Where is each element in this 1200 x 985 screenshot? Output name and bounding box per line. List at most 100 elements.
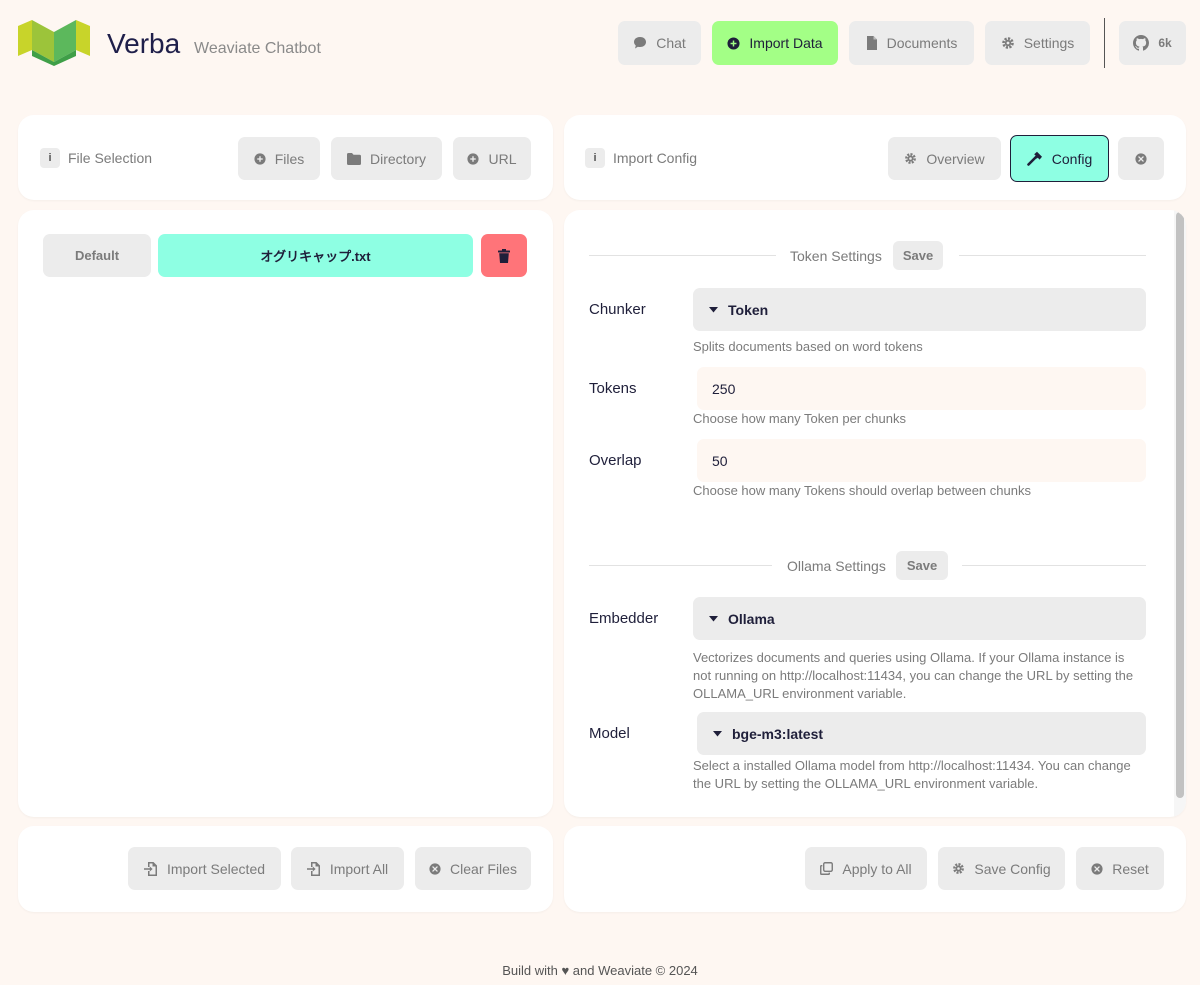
file-list-panel: Default オグリキャップ.txt (18, 210, 553, 817)
delete-file-button[interactable] (481, 234, 527, 277)
section-divider (959, 255, 1146, 256)
file-actions-panel: Import Selected Import All Clear Files (18, 826, 553, 912)
github-icon (1133, 35, 1150, 51)
token-settings-save-button[interactable]: Save (893, 241, 943, 270)
file-selection-label: File Selection (68, 150, 153, 166)
gear-icon (905, 153, 917, 164)
model-value: bge-m3:latest (732, 725, 824, 742)
import-all-button[interactable]: Import All (291, 847, 404, 890)
info-icon: i (585, 148, 605, 168)
clear-files-label: Clear Files (450, 860, 517, 877)
verba-logo (18, 20, 90, 66)
hammer-icon (1026, 151, 1042, 166)
chunker-value: Token (728, 301, 769, 318)
embedder-label: Embedder (589, 610, 659, 627)
close-circle-icon (1091, 862, 1103, 875)
file-import-icon (143, 861, 157, 876)
nav-import-data-label: Import Data (749, 35, 823, 51)
import-selected-button[interactable]: Import Selected (128, 847, 281, 890)
chat-bubble-icon (634, 37, 647, 49)
nav-documents-label: Documents (886, 35, 958, 51)
plus-circle-icon (254, 152, 266, 165)
import-selected-label: Import Selected (166, 860, 266, 877)
caret-down-icon (709, 615, 718, 621)
config-scrollbar[interactable] (1174, 210, 1186, 817)
embedder-description: Vectorizes documents and queries using O… (693, 650, 1134, 701)
section-divider (589, 255, 776, 256)
import-config-label: Import Config (613, 150, 698, 166)
overlap-description: Choose how many Tokens should overlap be… (693, 483, 1031, 498)
default-file-button[interactable]: Default (43, 234, 151, 277)
apply-to-all-button[interactable]: Apply to All (805, 847, 927, 890)
document-icon (866, 36, 877, 50)
overlap-input[interactable]: 50 (697, 439, 1146, 482)
overview-label: Overview (926, 150, 985, 167)
config-detail-panel: Token Settings Save Chunker Token Splits… (564, 210, 1186, 817)
tokens-input[interactable]: 250 (697, 367, 1146, 410)
caret-down-icon (713, 730, 722, 736)
file-selection-panel: i File Selection Files Directory URL (18, 115, 553, 200)
ollama-settings-save-button[interactable]: Save (896, 551, 948, 580)
folder-icon (346, 152, 361, 165)
embedder-value: Ollama (728, 610, 775, 627)
section-divider (589, 565, 772, 566)
overlap-label: Overlap (589, 452, 642, 469)
url-label: URL (488, 150, 517, 167)
nav-settings-label: Settings (1023, 35, 1075, 51)
default-label: Default (74, 248, 120, 263)
reset-button[interactable]: Reset (1076, 847, 1164, 890)
apply-to-all-label: Apply to All (842, 860, 912, 877)
model-description: Select a installed Ollama model from htt… (693, 758, 1131, 791)
header-divider (1104, 18, 1105, 68)
overview-button[interactable]: Overview (888, 137, 1001, 180)
footer-text: Build with ♥ and Weaviate © 2024 (502, 963, 698, 978)
tokens-description: Choose how many Token per chunks (693, 411, 906, 426)
tokens-label: Tokens (589, 380, 637, 397)
nav-chat-label: Chat (656, 35, 686, 51)
info-icon: i (40, 148, 60, 168)
close-circle-icon (429, 862, 441, 875)
gear-icon (953, 863, 965, 874)
plus-circle-icon (467, 152, 480, 165)
nav-settings-button[interactable]: Settings (985, 21, 1090, 65)
caret-down-icon (709, 306, 718, 312)
model-select[interactable]: bge-m3:latest (697, 712, 1146, 755)
token-settings-title: Token Settings (790, 248, 882, 264)
gear-icon (1001, 37, 1014, 49)
app-title: Verba (107, 28, 181, 59)
nav-import-data-button[interactable]: Import Data (712, 21, 838, 65)
reset-label: Reset (1112, 860, 1149, 877)
config-actions-panel: Apply to All Save Config Reset (564, 826, 1186, 912)
embedder-select[interactable]: Ollama (693, 597, 1146, 640)
directory-label: Directory (369, 150, 426, 167)
model-label: Model (589, 725, 630, 742)
config-button[interactable]: Config (1010, 135, 1109, 182)
add-directory-button[interactable]: Directory (331, 137, 442, 180)
save-config-label: Save Config (974, 860, 1051, 877)
nav-chat-button[interactable]: Chat (618, 21, 701, 65)
chunker-select[interactable]: Token (693, 288, 1146, 331)
files-label: Files (274, 150, 305, 167)
file-name: オグリキャップ.txt (260, 249, 371, 264)
copy-icon (820, 862, 834, 875)
nav-documents-button[interactable]: Documents (849, 21, 974, 65)
section-divider (962, 565, 1146, 566)
import-all-label: Import All (329, 860, 389, 877)
github-button[interactable]: 6k (1119, 21, 1186, 65)
ollama-settings-title: Ollama Settings (787, 558, 886, 574)
save-config-button[interactable]: Save Config (938, 847, 1065, 890)
app-subtitle: Weaviate Chatbot (194, 40, 321, 57)
add-files-button[interactable]: Files (238, 137, 320, 180)
config-scrollbar-thumb[interactable] (1176, 212, 1184, 798)
add-url-button[interactable]: URL (453, 137, 531, 180)
plus-circle-icon (727, 36, 740, 50)
file-import-icon (306, 861, 320, 876)
trash-icon (498, 248, 510, 263)
github-count: 6k (1158, 36, 1172, 50)
clear-files-button[interactable]: Clear Files (415, 847, 531, 890)
chunker-label: Chunker (589, 301, 646, 318)
close-config-button[interactable] (1118, 137, 1164, 180)
close-circle-icon (1135, 152, 1147, 165)
selected-file-button[interactable]: オグリキャップ.txt (158, 234, 473, 277)
chunker-description: Splits documents based on word tokens (693, 339, 923, 354)
